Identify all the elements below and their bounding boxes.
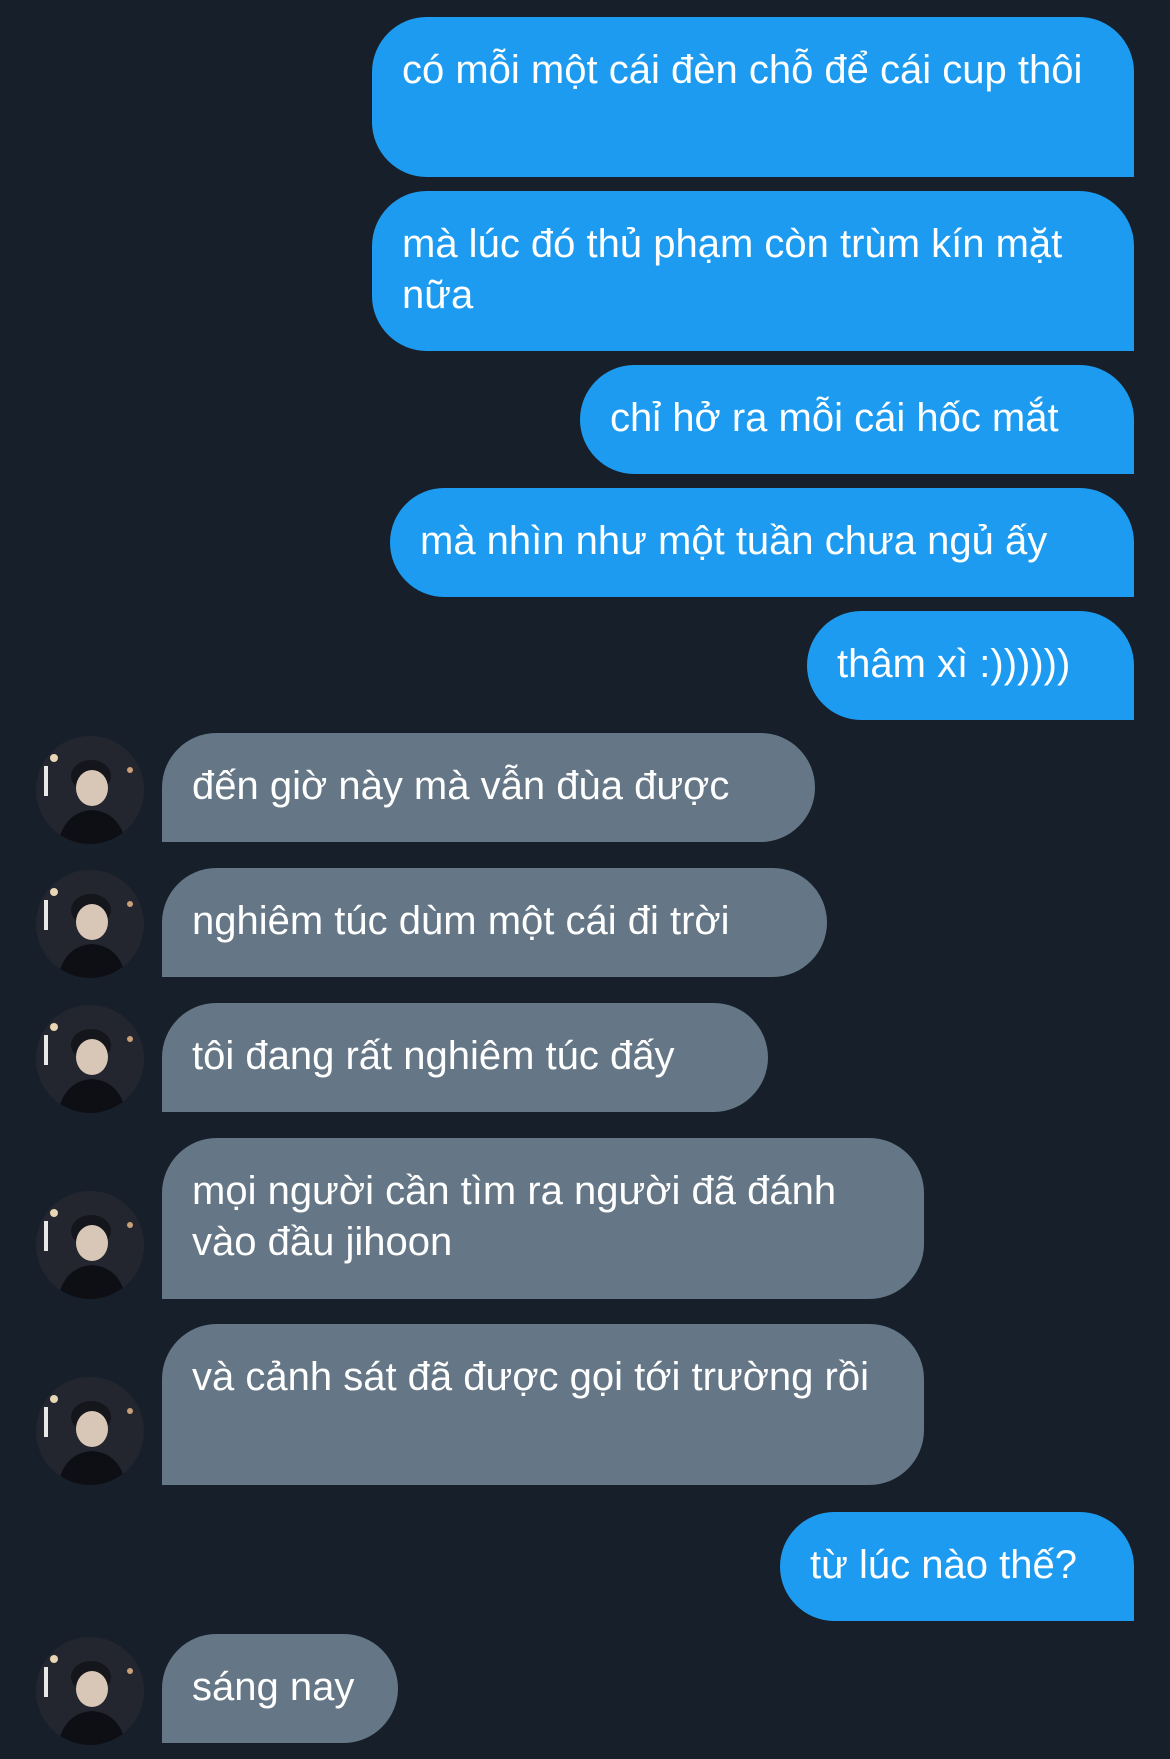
- message-text: sáng nay: [192, 1665, 355, 1709]
- message-bubble-sent[interactable]: từ lúc nào thế?: [780, 1512, 1134, 1621]
- message-text: mà lúc đó thủ phạm còn trùm kín mặt nữa: [402, 222, 1063, 317]
- message-text: mọi người cần tìm ra người đã đánh vào đ…: [192, 1169, 837, 1264]
- message-text: tôi đang rất nghiêm túc đấy: [192, 1034, 675, 1078]
- message-bubble-received[interactable]: đến giờ này mà vẫn đùa được: [162, 733, 815, 842]
- message-bubble-sent[interactable]: mà lúc đó thủ phạm còn trùm kín mặt nữa: [372, 191, 1134, 351]
- message-text: và cảnh sát đã được gọi tới trường rồi: [192, 1355, 869, 1399]
- avatar-photo-icon: [36, 1377, 144, 1485]
- message-bubble-sent[interactable]: mà nhìn như một tuần chưa ngủ ấy: [390, 488, 1134, 597]
- message-bubble-sent[interactable]: thâm xì :)))))): [807, 611, 1134, 720]
- message-text: từ lúc nào thế?: [810, 1543, 1077, 1587]
- message-bubble-received[interactable]: tôi đang rất nghiêm túc đấy: [162, 1003, 768, 1112]
- contact-avatar[interactable]: [36, 736, 144, 844]
- message-bubble-received[interactable]: và cảnh sát đã được gọi tới trường rồi: [162, 1324, 924, 1485]
- contact-avatar[interactable]: [36, 1377, 144, 1485]
- avatar-photo-icon: [36, 1191, 144, 1299]
- contact-avatar[interactable]: [36, 1637, 144, 1745]
- contact-avatar[interactable]: [36, 870, 144, 978]
- message-text: thâm xì :)))))): [837, 642, 1071, 686]
- avatar-photo-icon: [36, 870, 144, 978]
- chat-thread: có mỗi một cái đèn chỗ để cái cup thôi m…: [0, 0, 1170, 1759]
- message-text: chỉ hở ra mỗi cái hốc mắt: [610, 396, 1059, 440]
- message-text: nghiêm túc dùm một cái đi trời: [192, 899, 730, 943]
- message-bubble-received[interactable]: nghiêm túc dùm một cái đi trời: [162, 868, 827, 977]
- message-text: có mỗi một cái đèn chỗ để cái cup thôi: [402, 48, 1083, 92]
- message-bubble-sent[interactable]: chỉ hở ra mỗi cái hốc mắt: [580, 365, 1134, 474]
- message-text: đến giờ này mà vẫn đùa được: [192, 764, 730, 808]
- avatar-photo-icon: [36, 1005, 144, 1113]
- contact-avatar[interactable]: [36, 1005, 144, 1113]
- message-text: mà nhìn như một tuần chưa ngủ ấy: [420, 519, 1048, 563]
- message-bubble-sent[interactable]: có mỗi một cái đèn chỗ để cái cup thôi: [372, 17, 1134, 177]
- message-bubble-received[interactable]: sáng nay: [162, 1634, 398, 1743]
- contact-avatar[interactable]: [36, 1191, 144, 1299]
- avatar-photo-icon: [36, 1637, 144, 1745]
- message-bubble-received[interactable]: mọi người cần tìm ra người đã đánh vào đ…: [162, 1138, 924, 1299]
- avatar-photo-icon: [36, 736, 144, 844]
